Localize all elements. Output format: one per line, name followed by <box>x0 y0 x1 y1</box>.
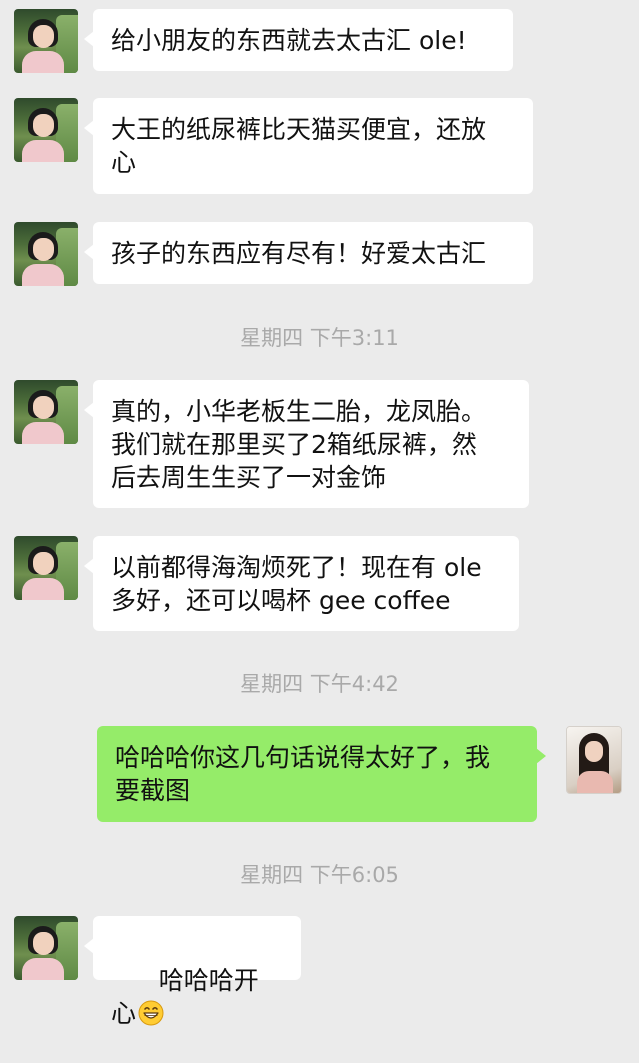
sender-avatar[interactable] <box>14 380 78 444</box>
sender-avatar[interactable] <box>14 9 78 73</box>
sender-avatar[interactable] <box>14 916 78 980</box>
message-bubble-incoming[interactable]: 哈哈哈开心 <box>84 916 301 1028</box>
grinning-face-emoji-icon <box>138 1000 164 1026</box>
message-bubble-incoming[interactable]: 给小朋友的东西就去太古汇 ole! <box>84 9 513 71</box>
chat-message-list[interactable]: 给小朋友的东西就去太古汇 ole! 大王的纸尿裤比天猫买便宜，还放 心 孩子的东… <box>0 0 639 1028</box>
my-avatar[interactable] <box>566 726 622 794</box>
message-bubble-outgoing[interactable]: 哈哈哈你这几句话说得太好了，我 要截图 <box>97 726 546 822</box>
message-timestamp: 星期四 下午6:05 <box>240 863 399 887</box>
message-bubble-incoming[interactable]: 孩子的东西应有尽有！好爱太古汇 <box>84 222 533 284</box>
message-timestamp: 星期四 下午3:11 <box>240 326 399 350</box>
sender-avatar[interactable] <box>14 222 78 286</box>
message-bubble-incoming[interactable]: 大王的纸尿裤比天猫买便宜，还放 心 <box>84 98 533 194</box>
sender-avatar[interactable] <box>14 536 78 600</box>
sender-avatar[interactable] <box>14 98 78 162</box>
message-bubble-incoming[interactable]: 以前都得海淘烦死了！现在有 ole 多好，还可以喝杯 gee coffee <box>84 536 519 631</box>
message-timestamp: 星期四 下午4:42 <box>240 672 399 696</box>
message-bubble-incoming[interactable]: 真的，小华老板生二胎，龙凤胎。 我们就在那里买了2箱纸尿裤，然 后去周生生买了一… <box>84 380 529 508</box>
message-text: 哈哈哈开心 <box>111 966 259 1028</box>
